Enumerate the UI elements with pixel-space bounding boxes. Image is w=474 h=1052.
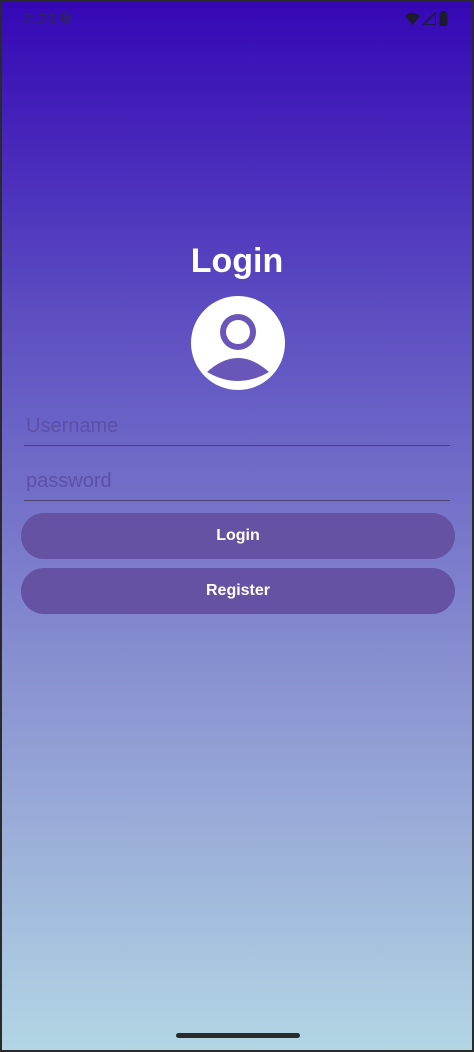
app-screen: 7:21 Login Username Login Register <box>2 2 472 1050</box>
login-button[interactable]: Login <box>21 513 455 559</box>
battery-icon <box>439 11 448 31</box>
username-field[interactable] <box>24 408 450 446</box>
password-field[interactable] <box>24 463 450 501</box>
status-icons <box>405 10 448 31</box>
settings-gear-icon <box>57 10 73 26</box>
navigation-gesture-handle[interactable] <box>176 1033 300 1038</box>
account-circle-icon <box>189 294 287 392</box>
signal-icon <box>421 10 437 30</box>
wifi-icon <box>405 12 420 30</box>
status-time: 7:21 <box>22 10 58 28</box>
status-bar: 7:21 <box>2 2 472 36</box>
register-button[interactable]: Register <box>21 568 455 614</box>
page-title: Login <box>190 242 284 280</box>
